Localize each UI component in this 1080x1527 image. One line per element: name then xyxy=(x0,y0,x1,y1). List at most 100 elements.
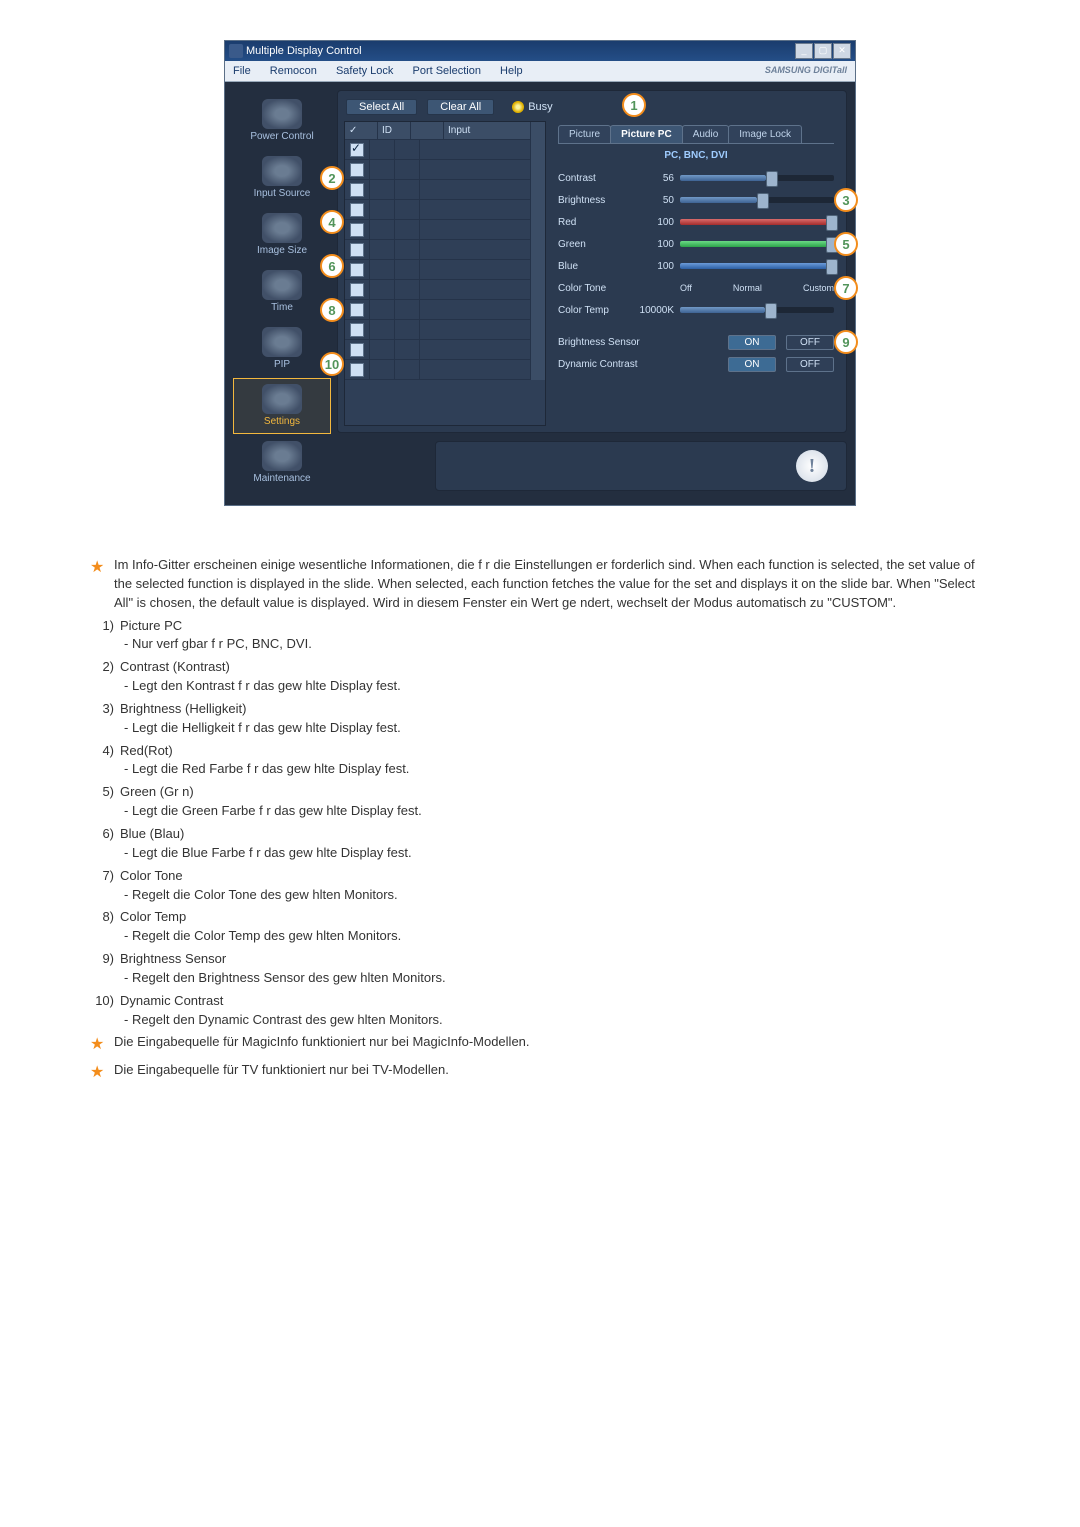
item-desc: - Legt die Blue Farbe f r das gew hlte D… xyxy=(120,844,990,863)
contrast-label: Contrast xyxy=(558,173,632,184)
contrast-value: 56 xyxy=(638,173,674,184)
info-icon: ! xyxy=(796,450,828,482)
brightness-slider[interactable] xyxy=(680,197,834,203)
select-all-button[interactable]: Select All xyxy=(346,99,417,115)
grid-row[interactable] xyxy=(345,300,531,320)
row-checkbox[interactable] xyxy=(350,203,364,217)
grid-row[interactable] xyxy=(345,180,531,200)
callout-4: 4 xyxy=(320,210,344,234)
row-checkbox[interactable] xyxy=(350,143,364,157)
menu-file[interactable]: File xyxy=(225,63,259,79)
item-number: 10) xyxy=(90,992,120,1030)
close-button[interactable]: ✕ xyxy=(833,43,851,59)
red-label: Red xyxy=(558,217,632,228)
dynamic-contrast-label: Dynamic Contrast xyxy=(558,359,668,370)
item-desc: - Regelt die Color Temp des gew hlten Mo… xyxy=(120,927,990,946)
item-number: 9) xyxy=(90,950,120,988)
menu-help[interactable]: Help xyxy=(492,63,531,79)
grid-row[interactable] xyxy=(345,320,531,340)
row-checkbox[interactable] xyxy=(350,263,364,277)
item-number: 8) xyxy=(90,908,120,946)
nav-maintenance[interactable]: Maintenance xyxy=(233,435,331,491)
row-checkbox[interactable] xyxy=(350,163,364,177)
busy-icon xyxy=(512,101,524,113)
item-desc: - Legt die Helligkeit f r das gew hlte D… xyxy=(120,719,990,738)
item-number: 4) xyxy=(90,742,120,780)
settings-icon xyxy=(262,384,302,414)
row-checkbox[interactable] xyxy=(350,363,364,377)
nav-image-size[interactable]: Image Size xyxy=(233,207,331,263)
row-checkbox[interactable] xyxy=(350,343,364,357)
grid-row[interactable] xyxy=(345,200,531,220)
tab-picture[interactable]: Picture xyxy=(558,125,611,143)
item-title: Brightness Sensor xyxy=(120,951,226,966)
nav-input-source[interactable]: Input Source xyxy=(233,150,331,206)
item-title: Red(Rot) xyxy=(120,743,173,758)
item-desc: - Nur verf gbar f r PC, BNC, DVI. xyxy=(120,635,990,654)
grid-row[interactable] xyxy=(345,220,531,240)
grid-header-status xyxy=(411,122,444,139)
dynamic-contrast-off[interactable]: OFF xyxy=(786,357,834,372)
brightness-sensor-on[interactable]: ON xyxy=(728,335,776,350)
item-desc: - Legt den Kontrast f r das gew hlte Dis… xyxy=(120,677,990,696)
grid-scrollbar[interactable] xyxy=(531,122,545,380)
color-temp-slider[interactable] xyxy=(680,307,834,313)
item-number: 2) xyxy=(90,658,120,696)
grid-header-checkbox[interactable]: ✓ xyxy=(345,122,378,139)
minimize-button[interactable]: _ xyxy=(795,43,813,59)
item-title: Dynamic Contrast xyxy=(120,993,223,1008)
menu-port-selection[interactable]: Port Selection xyxy=(404,63,488,79)
item-title: Color Tone xyxy=(120,868,183,883)
tab-audio[interactable]: Audio xyxy=(682,125,730,143)
row-checkbox[interactable] xyxy=(350,223,364,237)
star-icon: ★ xyxy=(90,1061,114,1084)
color-tone-selector[interactable]: OffNormalCustom xyxy=(680,283,834,293)
row-checkbox[interactable] xyxy=(350,283,364,297)
brightness-sensor-off[interactable]: OFF xyxy=(786,335,834,350)
callout-3: 3 xyxy=(834,188,858,212)
grid-row[interactable] xyxy=(345,340,531,360)
nav-power-control[interactable]: Power Control xyxy=(233,93,331,149)
red-slider[interactable] xyxy=(680,219,834,225)
row-checkbox[interactable] xyxy=(350,323,364,337)
nav-pip[interactable]: PIP xyxy=(233,321,331,377)
blue-slider[interactable] xyxy=(680,263,834,269)
dynamic-contrast-on[interactable]: ON xyxy=(728,357,776,372)
menu-remocon[interactable]: Remocon xyxy=(262,63,325,79)
item-title: Color Temp xyxy=(120,909,186,924)
item-title: Green (Gr n) xyxy=(120,784,194,799)
item-number: 3) xyxy=(90,700,120,738)
item-title: Picture PC xyxy=(120,618,182,633)
row-checkbox[interactable] xyxy=(350,183,364,197)
callout-6: 6 xyxy=(320,254,344,278)
grid-row[interactable] xyxy=(345,160,531,180)
green-slider[interactable] xyxy=(680,241,834,247)
item-desc: - Legt die Green Farbe f r das gew hlte … xyxy=(120,802,990,821)
clear-all-button[interactable]: Clear All xyxy=(427,99,494,115)
footer-pane: ! xyxy=(435,441,847,491)
item-title: Blue (Blau) xyxy=(120,826,184,841)
row-checkbox[interactable] xyxy=(350,303,364,317)
control-panel: 1 Picture Picture PC Audio Image Lock PC… xyxy=(552,121,840,426)
grid-row[interactable] xyxy=(345,260,531,280)
grid-row[interactable] xyxy=(345,140,531,160)
grid-row[interactable] xyxy=(345,280,531,300)
grid-row[interactable] xyxy=(345,240,531,260)
contrast-slider[interactable] xyxy=(680,175,834,181)
tab-image-lock[interactable]: Image Lock xyxy=(728,125,802,143)
power-icon xyxy=(262,99,302,129)
blue-label: Blue xyxy=(558,261,632,272)
maximize-button[interactable]: ▢ xyxy=(814,43,832,59)
nav-settings[interactable]: Settings xyxy=(233,378,331,434)
pip-icon xyxy=(262,327,302,357)
row-checkbox[interactable] xyxy=(350,243,364,257)
grid-row[interactable] xyxy=(345,360,531,380)
app-window: Multiple Display Control _ ▢ ✕ File Remo… xyxy=(224,40,856,506)
brightness-value: 50 xyxy=(638,195,674,206)
window-title: Multiple Display Control xyxy=(246,45,362,57)
time-icon xyxy=(262,270,302,300)
tab-picture-pc[interactable]: Picture PC xyxy=(610,125,683,143)
nav-time[interactable]: Time xyxy=(233,264,331,320)
item-desc: - Regelt den Brightness Sensor des gew h… xyxy=(120,969,990,988)
menu-safety-lock[interactable]: Safety Lock xyxy=(328,63,401,79)
